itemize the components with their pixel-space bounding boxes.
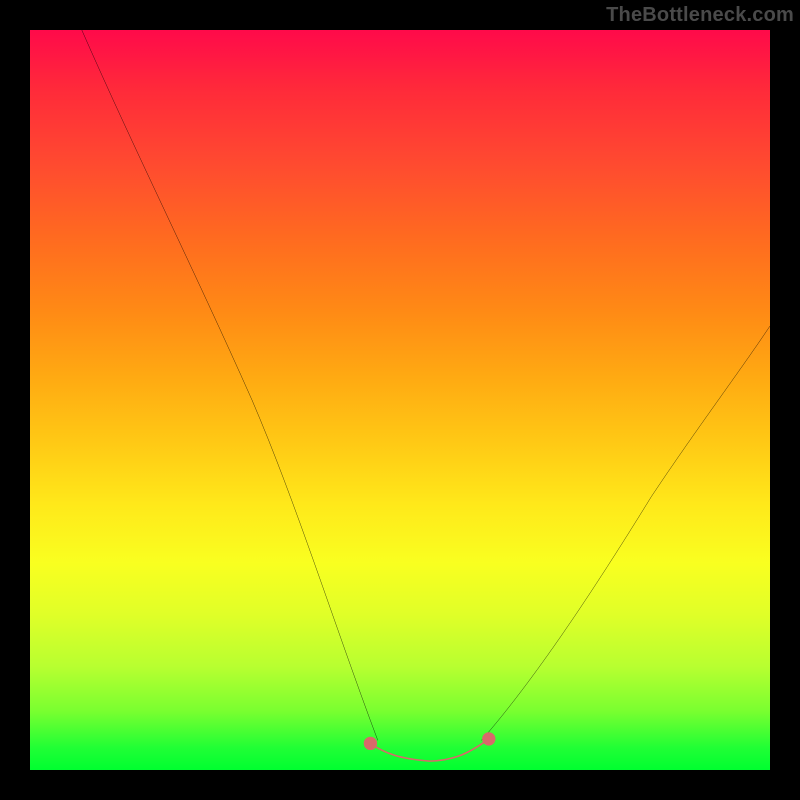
- trough-left-dot: [364, 737, 377, 750]
- watermark-text: TheBottleneck.com: [606, 4, 794, 27]
- trough-highlight: [370, 739, 488, 761]
- chart-svg: [30, 30, 770, 770]
- trough-right-dot: [482, 732, 495, 745]
- plot-area: [30, 30, 770, 770]
- left-curve: [82, 30, 378, 740]
- right-curve: [481, 326, 770, 740]
- chart-frame: TheBottleneck.com: [0, 0, 800, 800]
